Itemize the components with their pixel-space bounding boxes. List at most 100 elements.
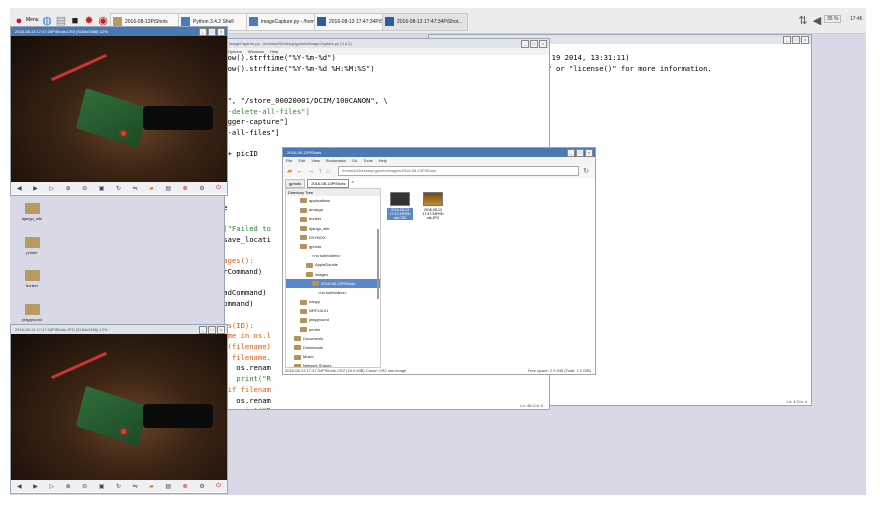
tab-2016-08-13pishots[interactable]: 2016-08-13PiShots: [307, 179, 350, 188]
minimize-icon[interactable]: _: [521, 40, 529, 48]
file-manager-window[interactable]: 2016-08-13PiShots _ □ × File Edit View Boo…: [282, 147, 596, 375]
play-icon[interactable]: ▷: [49, 185, 54, 192]
tree-scrollbar[interactable]: [377, 229, 379, 299]
save-icon[interactable]: ▤: [165, 483, 171, 490]
delete-icon[interactable]: ⊗: [183, 185, 188, 192]
directory-tree-pane[interactable]: Directory Tree applications arnarga bunker…: [285, 188, 381, 368]
tree-item[interactable]: applications: [286, 196, 380, 205]
rotate-icon[interactable]: ↻: [116, 483, 121, 490]
maximize-icon[interactable]: □: [208, 28, 216, 36]
close-icon[interactable]: ×: [539, 40, 547, 48]
tree-item[interactable]: 2016-08-13PiShots: [286, 278, 380, 288]
minimize-icon[interactable]: _: [783, 36, 791, 44]
previous-icon[interactable]: ◀: [17, 185, 22, 192]
forward-icon[interactable]: →: [307, 168, 314, 175]
desktop-icon-bunker[interactable]: bunker: [17, 270, 47, 288]
menu-help[interactable]: Help: [379, 157, 387, 164]
home-icon[interactable]: ⌂: [326, 168, 330, 175]
up-icon[interactable]: ↑: [318, 168, 322, 175]
new-window-icon[interactable]: ▰: [287, 167, 292, 175]
image-viewer-cr2-window[interactable]: 2016-08-13 17:47:34PiShots.CR2 (5184x345…: [10, 26, 228, 196]
open-icon[interactable]: ▰: [149, 483, 154, 490]
previous-icon[interactable]: ◀: [17, 483, 22, 490]
desktop-icon-playground[interactable]: playground: [17, 304, 47, 322]
taskbar-button-viewer-jpg[interactable]: 2016-08-13 17:47:34PiShot...: [382, 13, 468, 31]
tree-item[interactable]: Downloads: [286, 343, 380, 352]
menu-file[interactable]: File: [286, 157, 292, 164]
tree-item[interactable]: nanpy: [286, 297, 380, 306]
viewer-titlebar[interactable]: 2016-08-13 17:47:34PiShots.CR2 (5184x345…: [11, 27, 227, 36]
next-icon[interactable]: ▶: [33, 185, 38, 192]
close-icon[interactable]: ×: [217, 326, 225, 334]
close-tab-icon[interactable]: ×: [351, 179, 353, 188]
tree-item[interactable]: printer: [286, 325, 380, 334]
maximize-icon[interactable]: □: [792, 36, 800, 44]
fm-titlebar[interactable]: 2016-08-13PiShots _ □ ×: [283, 148, 595, 157]
menu-edit[interactable]: Edit: [298, 157, 305, 164]
tree-item[interactable]: bunker: [286, 214, 380, 223]
settings-icon[interactable]: ⚙: [199, 185, 204, 192]
tree-item[interactable]: django_site: [286, 224, 380, 233]
zoom-out-icon[interactable]: ⊖: [82, 185, 87, 192]
fit-icon[interactable]: ▣: [99, 483, 105, 490]
tree-item[interactable]: <no subfolders>: [286, 288, 380, 297]
next-icon[interactable]: ▶: [33, 483, 38, 490]
desktop-icon-label: django_site: [21, 216, 43, 221]
path-input[interactable]: /home/pi/Desktop/gphoto/images/2016-08-1…: [338, 166, 580, 176]
file-list-pane[interactable]: 2016-08-13 17:47:34PiSh ots.CR2 2016-08-…: [383, 188, 593, 366]
desktop-icon-django-site[interactable]: django_site: [17, 203, 47, 221]
open-icon[interactable]: ▰: [149, 185, 154, 192]
flip-icon[interactable]: ⇋: [133, 483, 138, 490]
maximize-icon[interactable]: □: [576, 149, 584, 157]
tree-item[interactable]: Network Shares: [286, 361, 380, 367]
tree-item[interactable]: AppleDouble: [286, 260, 380, 269]
fit-icon[interactable]: ▣: [99, 185, 105, 192]
tree-item[interactable]: Music: [286, 352, 380, 361]
desktop-icon-printer[interactable]: printer: [17, 237, 47, 255]
tab-gphoto[interactable]: gphoto: [285, 179, 306, 188]
image-viewer-jpg-window[interactable]: 2016-08-13 17:47:34PiShots.JPG (5184x345…: [10, 324, 228, 494]
tree-item[interactable]: DSYBOX: [286, 233, 380, 242]
editor-titlebar[interactable]: imageCapture.py - /home/pi/Desktop/gphot…: [225, 39, 549, 48]
exit-icon[interactable]: ⏻: [216, 185, 221, 192]
menu-tools[interactable]: Tools: [363, 157, 372, 164]
close-icon[interactable]: ×: [585, 149, 593, 157]
close-icon[interactable]: ×: [801, 36, 809, 44]
tree-item[interactable]: Documents: [286, 334, 380, 343]
tree-item[interactable]: <no subfolders>: [286, 251, 380, 260]
zoom-in-icon[interactable]: ⊕: [66, 185, 71, 192]
maximize-icon[interactable]: □: [530, 40, 538, 48]
tree-item[interactable]: images: [286, 270, 380, 279]
file-item-cr2[interactable]: 2016-08-13 17:47:34PiSh ots.CR2: [387, 192, 413, 220]
settings-icon[interactable]: ⚙: [199, 483, 204, 490]
code-text: if len(filename): [225, 341, 271, 351]
minimize-icon[interactable]: _: [199, 28, 207, 36]
maximize-icon[interactable]: □: [208, 326, 216, 334]
flip-icon[interactable]: ⇋: [133, 185, 138, 192]
menu-bookmarks[interactable]: Bookmarks: [326, 157, 346, 164]
shell-output[interactable]: : 19 2014, 13:31:11) s" or "license()" fo…: [543, 53, 712, 74]
refresh-icon[interactable]: ↻: [583, 167, 589, 175]
zoom-out-icon[interactable]: ⊖: [82, 483, 87, 490]
minimize-icon[interactable]: _: [199, 326, 207, 334]
network-icon[interactable]: ⇅: [796, 14, 810, 28]
menu-view[interactable]: View: [311, 157, 320, 164]
rotate-icon[interactable]: ↻: [116, 185, 121, 192]
file-item-jpg[interactable]: 2016-08-13 17:47:34PiSh ots.JPG: [419, 192, 447, 220]
tree-item[interactable]: gphoto: [286, 242, 380, 251]
save-icon[interactable]: ▤: [165, 185, 171, 192]
minimize-icon[interactable]: _: [567, 149, 575, 157]
tree-item[interactable]: arnarga: [286, 205, 380, 214]
close-icon[interactable]: ×: [217, 28, 225, 36]
exit-icon[interactable]: ⏻: [216, 483, 221, 490]
delete-icon[interactable]: ⊗: [183, 483, 188, 490]
volume-icon[interactable]: ◀: [810, 14, 824, 28]
play-icon[interactable]: ▷: [49, 483, 54, 490]
zoom-in-icon[interactable]: ⊕: [66, 483, 71, 490]
menu-label[interactable]: Menu: [26, 17, 39, 23]
viewer-titlebar[interactable]: 2016-08-13 17:47:34PiShots.JPG (5184x345…: [11, 325, 227, 334]
tree-item[interactable]: playground: [286, 315, 380, 324]
tree-item[interactable]: NRF24L01: [286, 306, 380, 315]
back-icon[interactable]: ←: [296, 168, 303, 175]
menu-go[interactable]: Go: [352, 157, 357, 164]
